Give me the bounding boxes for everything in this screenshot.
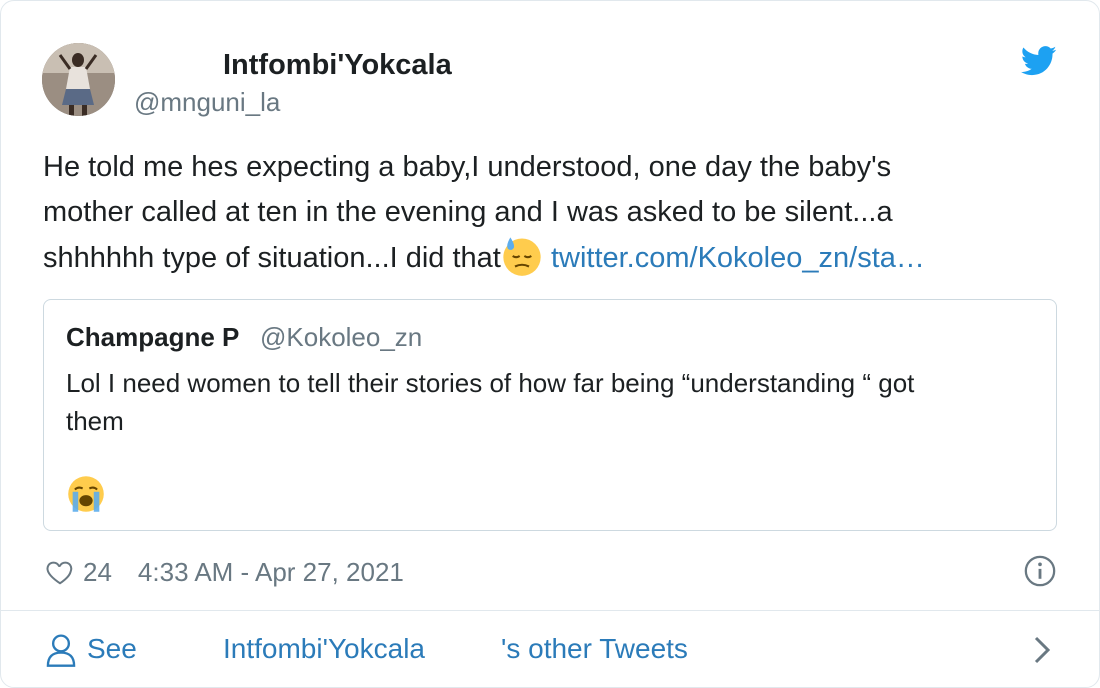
chevron-right-icon[interactable]: [1031, 635, 1053, 665]
loudly-crying-face-icon: [68, 476, 104, 512]
quoted-line: them: [66, 406, 124, 436]
tweet-card: Intfombi'Yokcala @mnguni_la He told me h…: [0, 0, 1100, 688]
avatar-photo-icon: [42, 43, 115, 116]
tweet-text: He told me hes expecting a baby,I unders…: [43, 145, 1063, 281]
author-handle[interactable]: @mnguni_la: [134, 87, 280, 118]
quoted-author-name: Champagne P: [66, 322, 240, 352]
tweet-line: He told me hes expecting a baby,I unders…: [43, 151, 892, 183]
tweet-line: shhhhhh type of situation...I did that t…: [43, 235, 1063, 281]
quoted-tweet-text: Lol I need women to tell their stories o…: [66, 364, 1026, 440]
tweet-line-text: shhhhhh type of situation...I did that: [43, 242, 501, 274]
tweet-line: mother called at ten in the evening and …: [43, 196, 893, 228]
info-icon[interactable]: [1023, 554, 1057, 588]
tweet-link[interactable]: twitter.com/Kokoleo_zn/sta…: [551, 242, 925, 274]
other-tweets-footer[interactable]: See Intfombi'Yokcala 's other Tweets: [1, 611, 1099, 687]
quoted-line: Lol I need women to tell their stories o…: [66, 368, 915, 398]
footer-author-name[interactable]: Intfombi'Yokcala: [223, 633, 425, 665]
person-icon: [46, 634, 76, 667]
twitter-bird-icon[interactable]: [1021, 45, 1057, 77]
footer-other-tweets-label[interactable]: 's other Tweets: [501, 633, 688, 665]
quoted-tweet[interactable]: Champagne P @Kokoleo_zn Lol I need women…: [43, 299, 1057, 531]
downcast-face-with-sweat-icon: [503, 237, 541, 276]
tweet-meta: 24 4:33 AM - Apr 27, 2021: [45, 553, 404, 591]
timestamp[interactable]: 4:33 AM - Apr 27, 2021: [138, 557, 404, 588]
author-name[interactable]: Intfombi'Yokcala: [223, 49, 452, 82]
quoted-author-handle: @Kokoleo_zn: [260, 322, 423, 352]
footer-see-label[interactable]: See: [87, 633, 137, 665]
author-avatar[interactable]: [42, 43, 115, 116]
heart-icon[interactable]: [45, 557, 75, 587]
like-count[interactable]: 24: [83, 557, 112, 588]
